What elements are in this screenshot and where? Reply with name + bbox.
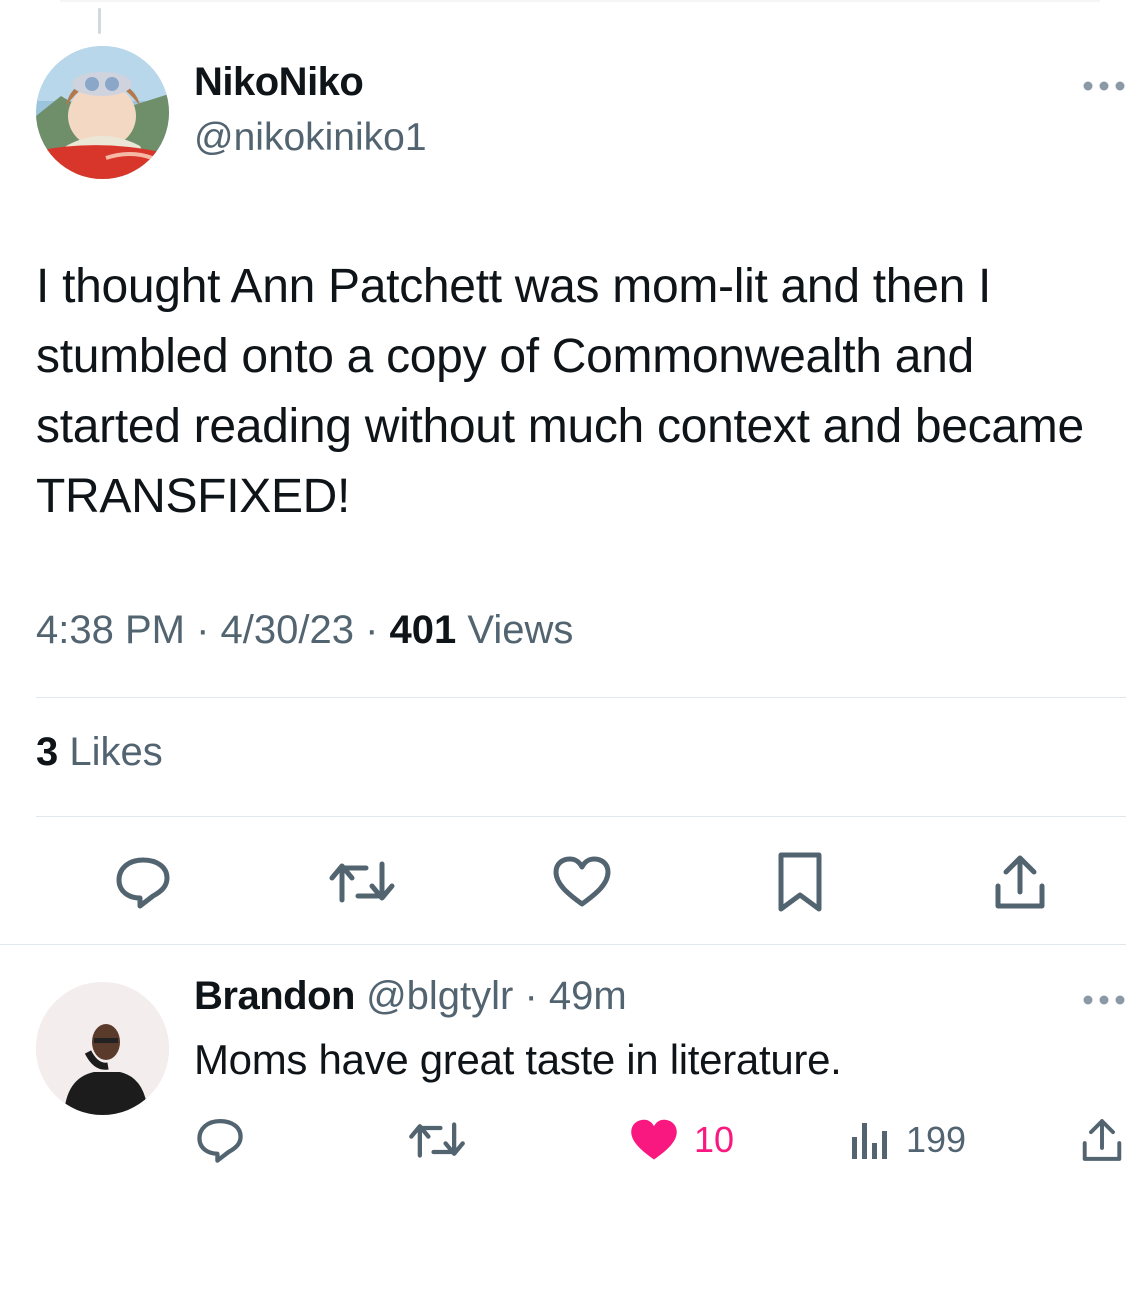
like-button[interactable] (546, 846, 618, 918)
reply-more-options-icon[interactable] (1082, 988, 1126, 1012)
views-icon (852, 1123, 887, 1159)
reply-likes-count: 10 (694, 1119, 735, 1160)
tweet-text: I thought Ann Patchett was mom-lit and t… (36, 260, 1084, 523)
retweet-icon (409, 1122, 465, 1158)
reply-header: Brandon @blgtylr · 49m (194, 974, 627, 1019)
views-count: 401 (389, 608, 457, 652)
more-options-icon[interactable] (1082, 74, 1126, 98)
reply-views-button[interactable]: 199 (848, 1112, 966, 1168)
divider (36, 697, 1126, 698)
retweet-icon (329, 861, 395, 903)
avatar-photo (36, 982, 169, 1115)
reply-text: Moms have great taste in literature. (194, 1036, 842, 1083)
likes-stat[interactable]: 3 Likes (36, 730, 163, 775)
reply-handle[interactable]: @blgtylr (366, 974, 513, 1018)
liked-heart-icon (631, 1119, 677, 1160)
author-avatar[interactable] (36, 46, 169, 179)
separator: · (513, 974, 549, 1018)
tweet-separator (0, 944, 1126, 945)
avatar-illustration (36, 46, 169, 179)
tweet-time[interactable]: 4:38 PM (36, 608, 185, 652)
reply-views-count: 199 (906, 1119, 967, 1160)
tweet-meta: 4:38 PM · 4/30/23 · 401 Views (36, 608, 573, 653)
author-display-name[interactable]: NikoNiko (194, 60, 364, 105)
likes-count: 3 (36, 730, 59, 774)
reply-retweet-button[interactable] (406, 1112, 468, 1168)
reply-reply-button[interactable] (194, 1112, 246, 1168)
tweet-date[interactable]: 4/30/23 (221, 608, 354, 652)
separator: · (353, 608, 390, 652)
thread-connector-line (98, 8, 101, 34)
reply-like-button[interactable]: 10 (628, 1112, 734, 1168)
separator: · (184, 608, 221, 652)
divider (36, 816, 1126, 817)
reply-display-name[interactable]: Brandon (194, 974, 355, 1018)
retweet-button[interactable] (326, 846, 398, 918)
reply-icon (197, 1119, 243, 1163)
reply-age[interactable]: 49m (549, 974, 627, 1018)
bookmark-button[interactable] (764, 846, 836, 918)
reply-author-avatar[interactable] (36, 982, 169, 1115)
bookmark-icon (778, 852, 822, 912)
top-border (60, 0, 1100, 2)
likes-label: Likes (69, 730, 163, 774)
share-icon (1082, 1119, 1122, 1161)
reply-share-button[interactable] (1080, 1112, 1124, 1168)
reply-icon (116, 857, 170, 909)
share-icon (995, 855, 1045, 909)
reply-button[interactable] (107, 846, 179, 918)
like-icon (553, 856, 611, 907)
share-button[interactable] (984, 846, 1056, 918)
author-handle[interactable]: @nikokiniko1 (194, 116, 427, 160)
views-label: Views (467, 608, 574, 652)
